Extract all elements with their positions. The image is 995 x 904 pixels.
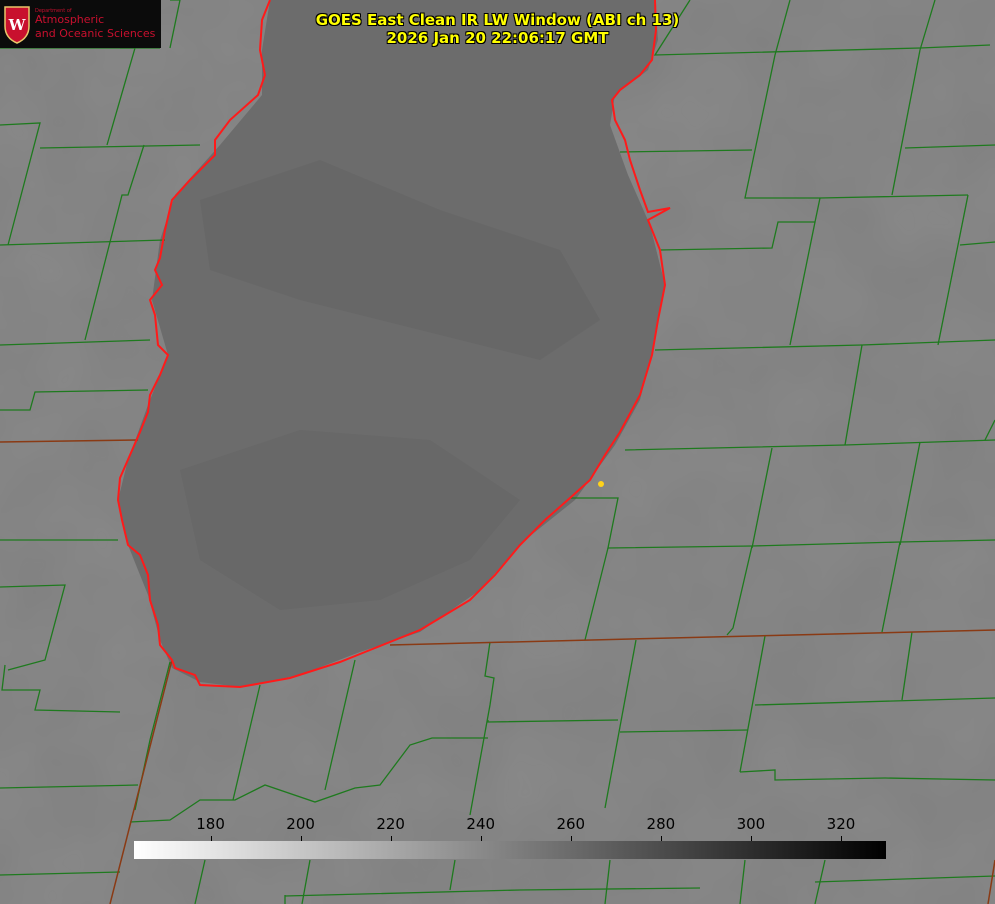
colorbar-tick-label: 220: [376, 815, 405, 833]
colorbar-tick-mark: [570, 836, 572, 841]
colorbar-tick-label: 260: [556, 815, 586, 833]
colorbar-tick-mark: [300, 836, 302, 841]
colorbar-tick-mark: [750, 836, 752, 841]
title-line1: GOES East Clean IR LW Window (ABI ch 13): [315, 11, 680, 29]
title-line2: 2026 Jan 20 22:06:17 GMT: [386, 29, 609, 47]
colorbar-tick-label: 320: [826, 815, 856, 833]
colorbar-tick-label: 240: [466, 815, 496, 833]
site-marker: [598, 481, 604, 487]
satellite-image-viewer: W Department of Atmospheric and Oceanic …: [0, 0, 995, 904]
colorbar-tick-label: 180: [196, 815, 225, 833]
colorbar-tick-mark: [660, 836, 662, 841]
colorbar-tick-mark: [210, 836, 212, 841]
colorbar-tick-label: 300: [736, 815, 766, 833]
image-title: GOES East Clean IR LW Window (ABI ch 13)…: [0, 11, 995, 47]
colorbar-tick-label: 280: [646, 815, 676, 833]
colorbar-gradient: [134, 841, 886, 859]
colorbar-tick-mark: [390, 836, 392, 841]
colorbar-tick-mark: [840, 836, 842, 841]
colorbar-tick-mark: [480, 836, 482, 841]
satellite-map: [0, 0, 995, 904]
colorbar-tick-label: 200: [286, 815, 315, 833]
